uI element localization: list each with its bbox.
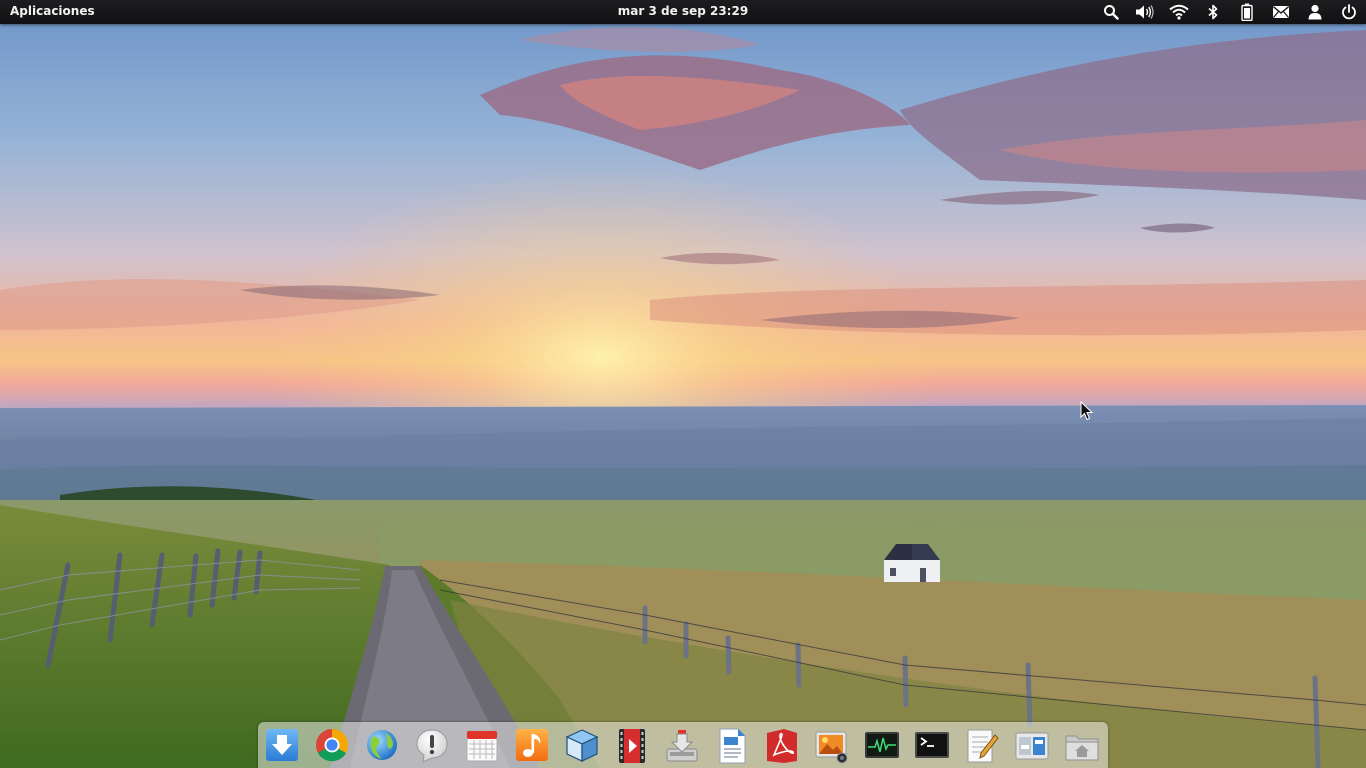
clock-datetime[interactable]: mar 3 de sep 23:29 [618,4,748,18]
wallpaper-image [0,0,1366,768]
applications-menu[interactable]: Aplicaciones [10,4,95,18]
mouse-pointer-icon [1080,401,1094,421]
battery-indicator[interactable] [1230,0,1264,24]
user-indicator[interactable] [1298,0,1332,24]
bluetooth-icon [1208,4,1218,20]
dock-item-photo-viewer[interactable] [814,727,850,765]
writer-doc-icon [719,728,746,764]
pdf-icon [767,729,797,763]
dock-item-calendar[interactable] [464,727,500,765]
music-note-icon [516,729,548,761]
session-indicator[interactable] [1332,0,1366,24]
volume-icon [1136,5,1154,19]
volume-indicator[interactable] [1128,0,1162,24]
dock-item-system-monitor[interactable] [864,727,900,765]
monitor-pulse-icon [865,732,899,758]
install-tray-icon [666,730,698,762]
messaging-indicator[interactable] [1264,0,1298,24]
dock-item-document-writer[interactable] [714,727,750,765]
photos-icon [815,731,848,764]
bluetooth-indicator[interactable] [1196,0,1230,24]
dock-item-music[interactable] [514,727,550,765]
dock-item-pdf-reader[interactable] [764,727,800,765]
dock-item-chrome[interactable] [314,727,350,765]
exclamation-bubble-icon [416,729,448,763]
indicator-area [1094,0,1366,24]
dock-item-video-player[interactable] [614,727,650,765]
download-arrow-icon [266,729,298,761]
notepad-pencil-icon [967,729,999,763]
dock-item-downloads[interactable] [264,727,300,765]
dock-item-files[interactable] [1064,727,1100,765]
home-folder-icon [1065,735,1099,761]
terminal-icon [915,732,949,758]
dock-item-notifications[interactable] [414,727,450,765]
dock-item-web-browser[interactable] [364,727,400,765]
dock-item-installer[interactable] [664,727,700,765]
globe-icon [367,730,397,760]
dock-item-text-editor[interactable] [964,727,1000,765]
cube-icon [565,729,599,762]
dock-item-settings[interactable] [1014,727,1050,765]
calendar-icon [466,730,498,762]
search-icon [1104,5,1119,20]
top-panel: Aplicaciones mar 3 de sep 23:29 [0,0,1366,24]
dock-item-terminal[interactable] [914,727,950,765]
dock [258,722,1108,768]
wifi-icon [1169,4,1189,20]
search-indicator[interactable] [1094,0,1128,24]
user-icon [1308,4,1322,20]
chrome-icon [316,728,349,762]
power-icon [1342,4,1356,20]
battery-icon [1241,3,1253,21]
wifi-indicator[interactable] [1162,0,1196,24]
dock-item-virtualbox[interactable] [564,727,600,765]
switchboard-icon [1015,732,1049,760]
film-play-icon [619,729,645,763]
desktop[interactable]: Aplicaciones mar 3 de sep 23:29 [0,0,1366,768]
mail-icon [1273,6,1289,18]
